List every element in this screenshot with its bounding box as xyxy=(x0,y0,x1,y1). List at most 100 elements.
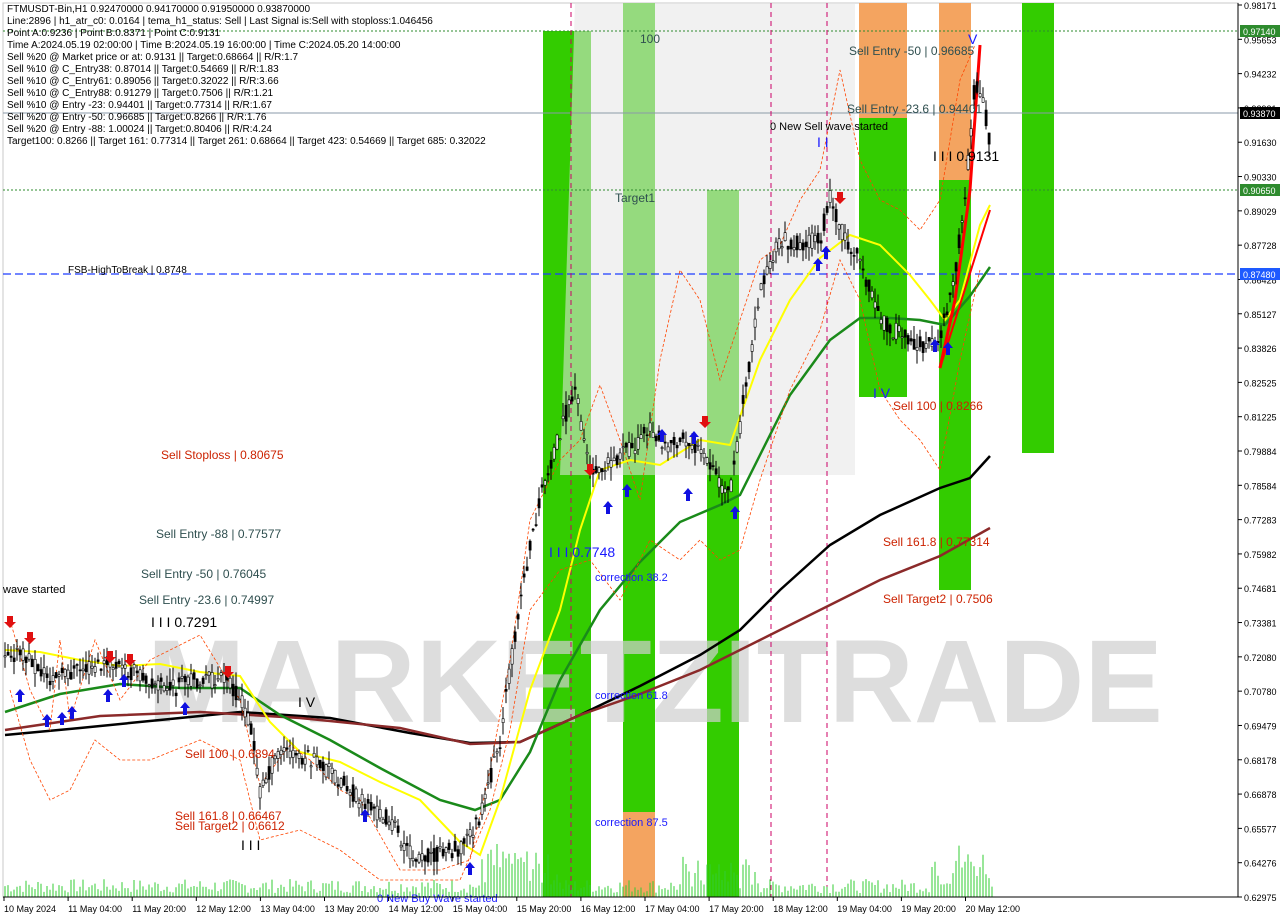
price-tick-label: 0.69479 xyxy=(1244,721,1277,731)
candle-body xyxy=(753,318,757,328)
candle-body xyxy=(651,432,655,438)
price-tag-label: 0.90650 xyxy=(1243,186,1276,196)
candle-body xyxy=(852,255,856,257)
candle-body xyxy=(666,446,670,453)
candle-body xyxy=(324,764,328,778)
candle-body xyxy=(519,594,523,597)
candle-body xyxy=(819,240,823,244)
candle-body xyxy=(42,667,46,675)
correction-label: correction 87.5 xyxy=(595,817,668,829)
price-tag-label: 0.93870 xyxy=(1243,109,1276,119)
candle-body xyxy=(510,648,514,665)
candle-body xyxy=(618,452,622,460)
candle-body xyxy=(984,109,988,127)
candle-body xyxy=(741,395,745,404)
candle-body xyxy=(330,767,334,774)
candle-body xyxy=(609,460,613,468)
candle-body xyxy=(870,290,874,299)
candle-body xyxy=(249,723,253,735)
candle-body xyxy=(408,845,412,860)
candle-body xyxy=(795,235,799,251)
candle-body xyxy=(873,301,877,309)
candle-body xyxy=(624,442,628,448)
candle-body xyxy=(174,692,178,697)
price-tick-label: 0.98171 xyxy=(1244,1,1277,11)
candle-body xyxy=(87,661,91,675)
candle-body xyxy=(849,251,853,254)
candle-body xyxy=(372,806,376,809)
candle-body xyxy=(813,235,817,243)
time-tick-label: 18 May 12:00 xyxy=(773,904,828,914)
candle-body xyxy=(195,678,199,688)
candle-body xyxy=(786,246,790,250)
candle-body xyxy=(357,803,361,809)
candle-body xyxy=(573,386,577,390)
candle-body xyxy=(612,457,616,461)
price-tick-label: 0.68178 xyxy=(1244,756,1277,766)
candle-body xyxy=(159,677,163,682)
candle-body xyxy=(513,631,517,642)
candle-body xyxy=(894,323,898,340)
candle-body xyxy=(909,338,913,342)
time-tick-label: 13 May 20:00 xyxy=(325,904,380,914)
candle-body xyxy=(963,197,967,200)
candle-body xyxy=(294,753,298,756)
candle-body xyxy=(171,679,175,686)
price-tick-label: 0.87728 xyxy=(1244,241,1277,251)
candle-body xyxy=(75,664,79,666)
orange-zone xyxy=(859,3,907,118)
sell-entry-label: Sell Entry -23.6 | 0.74997 xyxy=(139,593,275,607)
candle-body xyxy=(492,756,496,758)
candle-body xyxy=(168,681,172,691)
info-line: Line:2896 | h1_atr_c0: 0.0164 | tema_h1_… xyxy=(7,16,433,27)
candle-body xyxy=(555,434,559,450)
info-line: Sell %10 @ Entry -23: 0.94401 || Target:… xyxy=(7,100,272,111)
correction-label: correction 38.2 xyxy=(595,572,668,584)
candle-body xyxy=(207,671,211,676)
candle-body xyxy=(780,246,784,249)
candle-body xyxy=(522,573,526,578)
candle-body xyxy=(633,450,637,454)
candle-body xyxy=(33,659,37,674)
candle-body xyxy=(537,498,541,509)
time-tick-label: 15 May 04:00 xyxy=(453,904,508,914)
candle-body xyxy=(57,674,61,677)
candle-body xyxy=(396,825,400,833)
price-tick-label: 0.64276 xyxy=(1244,859,1277,869)
candle-body xyxy=(432,848,436,862)
candle-body xyxy=(690,444,694,450)
watermark: MARKETZITRADE xyxy=(147,616,1163,748)
candle-body xyxy=(924,343,928,349)
candle-body xyxy=(654,435,658,442)
candle-body xyxy=(672,436,676,445)
candle-body xyxy=(399,844,403,848)
candle-body xyxy=(570,396,574,402)
candle-body xyxy=(309,765,313,768)
candle-body xyxy=(546,473,550,476)
price-tick-label: 0.90330 xyxy=(1244,173,1277,183)
candle-body xyxy=(78,669,82,672)
price-tag-label: 0.87480 xyxy=(1243,270,1276,280)
wave-label: I I I xyxy=(241,837,260,853)
sell-target-label: Sell 100 | 0.6894 xyxy=(185,747,275,761)
info-line: Sell %20 @ Entry -88: 1.00024 || Target:… xyxy=(7,124,272,135)
candle-body xyxy=(381,819,385,824)
price-tick-label: 0.85127 xyxy=(1244,310,1277,320)
candle-body xyxy=(234,685,238,701)
correction-label: correction 61.8 xyxy=(595,690,668,702)
chart-window: MARKETZITRADE FSB-HighToBreak | 0.8748 Se… xyxy=(0,0,1280,920)
candle-body xyxy=(585,452,589,455)
candle-body xyxy=(615,455,619,465)
candle-body xyxy=(90,665,94,669)
candle-body xyxy=(705,457,709,464)
candle-body xyxy=(384,809,388,825)
candle-body xyxy=(660,447,664,449)
candle-body xyxy=(717,477,721,488)
info-line: Sell %20 @ Entry -50: 0.96685 || Target:… xyxy=(7,112,267,123)
candle-body xyxy=(696,444,700,447)
candle-body xyxy=(669,439,673,444)
candle-body xyxy=(729,479,733,493)
candle-body xyxy=(891,337,895,340)
candle-body xyxy=(738,421,742,434)
candle-body xyxy=(684,441,688,447)
